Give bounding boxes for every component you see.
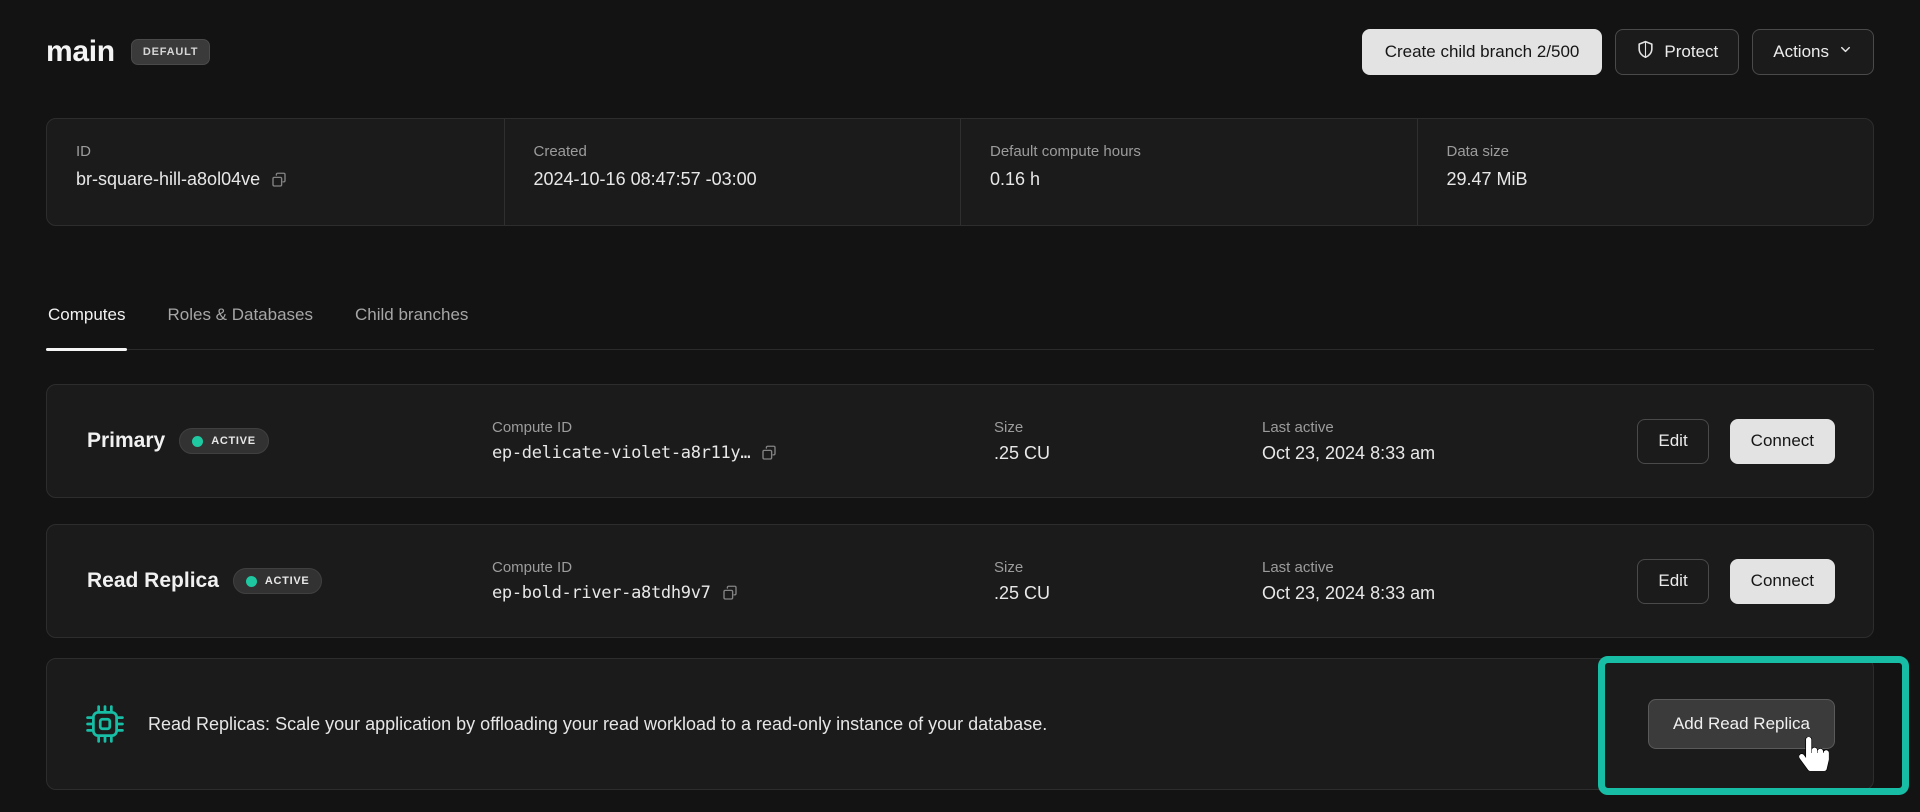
default-badge: DEFAULT xyxy=(131,39,211,65)
shield-icon xyxy=(1636,39,1655,65)
compute-row-primary: Primary ACTIVE Compute ID ep-delicate-vi… xyxy=(46,384,1874,498)
actions-button-label: Actions xyxy=(1773,42,1829,62)
size-value: .25 CU xyxy=(994,583,1050,604)
cpu-chip-icon xyxy=(86,705,124,743)
compute-id-value: ep-bold-river-a8tdh9v7 xyxy=(492,583,711,603)
size-label: Size xyxy=(994,559,1262,576)
compute-id-value: ep-delicate-violet-a8r11y… xyxy=(492,443,750,463)
read-replica-banner: Read Replicas: Scale your application by… xyxy=(46,658,1874,790)
size-value: .25 CU xyxy=(994,443,1050,464)
copy-icon[interactable] xyxy=(721,584,739,602)
connect-button[interactable]: Connect xyxy=(1730,419,1835,464)
compute-name: Read Replica xyxy=(87,569,219,593)
copy-icon[interactable] xyxy=(760,444,778,462)
created-value: 2024-10-16 08:47:57 -03:00 xyxy=(534,169,757,190)
status-badge: ACTIVE xyxy=(233,568,323,594)
edit-button[interactable]: Edit xyxy=(1637,559,1708,604)
tab-computes[interactable]: Computes xyxy=(46,305,127,349)
protect-button-label: Protect xyxy=(1664,42,1718,62)
compute-row-read-replica: Read Replica ACTIVE Compute ID ep-bold-r… xyxy=(46,524,1874,638)
tab-roles-databases[interactable]: Roles & Databases xyxy=(165,305,315,349)
compute-hours-value: 0.16 h xyxy=(990,169,1040,190)
last-active-value: Oct 23, 2024 8:33 am xyxy=(1262,443,1435,464)
chevron-down-icon xyxy=(1838,42,1853,62)
status-dot-icon xyxy=(192,436,203,447)
branch-info-card: ID br-square-hill-a8ol04ve Created 2024-… xyxy=(46,118,1874,226)
last-active-label: Last active xyxy=(1262,559,1637,576)
branch-tabs: Computes Roles & Databases Child branche… xyxy=(46,305,1874,350)
status-dot-icon xyxy=(246,576,257,587)
tab-child-branches[interactable]: Child branches xyxy=(353,305,470,349)
connect-button[interactable]: Connect xyxy=(1730,559,1835,604)
data-size-label: Data size xyxy=(1447,143,1864,160)
compute-hours-field: Default compute hours 0.16 h xyxy=(960,119,1417,225)
data-size-field: Data size 29.47 MiB xyxy=(1417,119,1874,225)
branch-id-field: ID br-square-hill-a8ol04ve xyxy=(47,119,504,225)
copy-icon[interactable] xyxy=(270,171,288,189)
status-badge: ACTIVE xyxy=(179,428,269,454)
branch-header: main DEFAULT Create child branch 2/500 P… xyxy=(46,28,1874,75)
actions-button[interactable]: Actions xyxy=(1752,29,1874,75)
size-label: Size xyxy=(994,419,1262,436)
compute-id-label: Compute ID xyxy=(492,419,994,436)
page-title: main xyxy=(46,35,115,69)
last-active-label: Last active xyxy=(1262,419,1637,436)
branch-id-label: ID xyxy=(76,143,494,160)
protect-button[interactable]: Protect xyxy=(1615,29,1739,75)
created-field: Created 2024-10-16 08:47:57 -03:00 xyxy=(504,119,961,225)
compute-id-label: Compute ID xyxy=(492,559,994,576)
create-child-branch-button[interactable]: Create child branch 2/500 xyxy=(1362,29,1603,75)
compute-hours-label: Default compute hours xyxy=(990,143,1407,160)
data-size-value: 29.47 MiB xyxy=(1447,169,1528,190)
compute-name: Primary xyxy=(87,429,165,453)
created-label: Created xyxy=(534,143,951,160)
edit-button[interactable]: Edit xyxy=(1637,419,1708,464)
add-read-replica-button[interactable]: Add Read Replica xyxy=(1648,699,1835,749)
last-active-value: Oct 23, 2024 8:33 am xyxy=(1262,583,1435,604)
status-label: ACTIVE xyxy=(211,435,256,447)
branch-id-value: br-square-hill-a8ol04ve xyxy=(76,169,260,190)
status-label: ACTIVE xyxy=(265,575,310,587)
read-replica-description: Read Replicas: Scale your application by… xyxy=(148,714,1648,735)
